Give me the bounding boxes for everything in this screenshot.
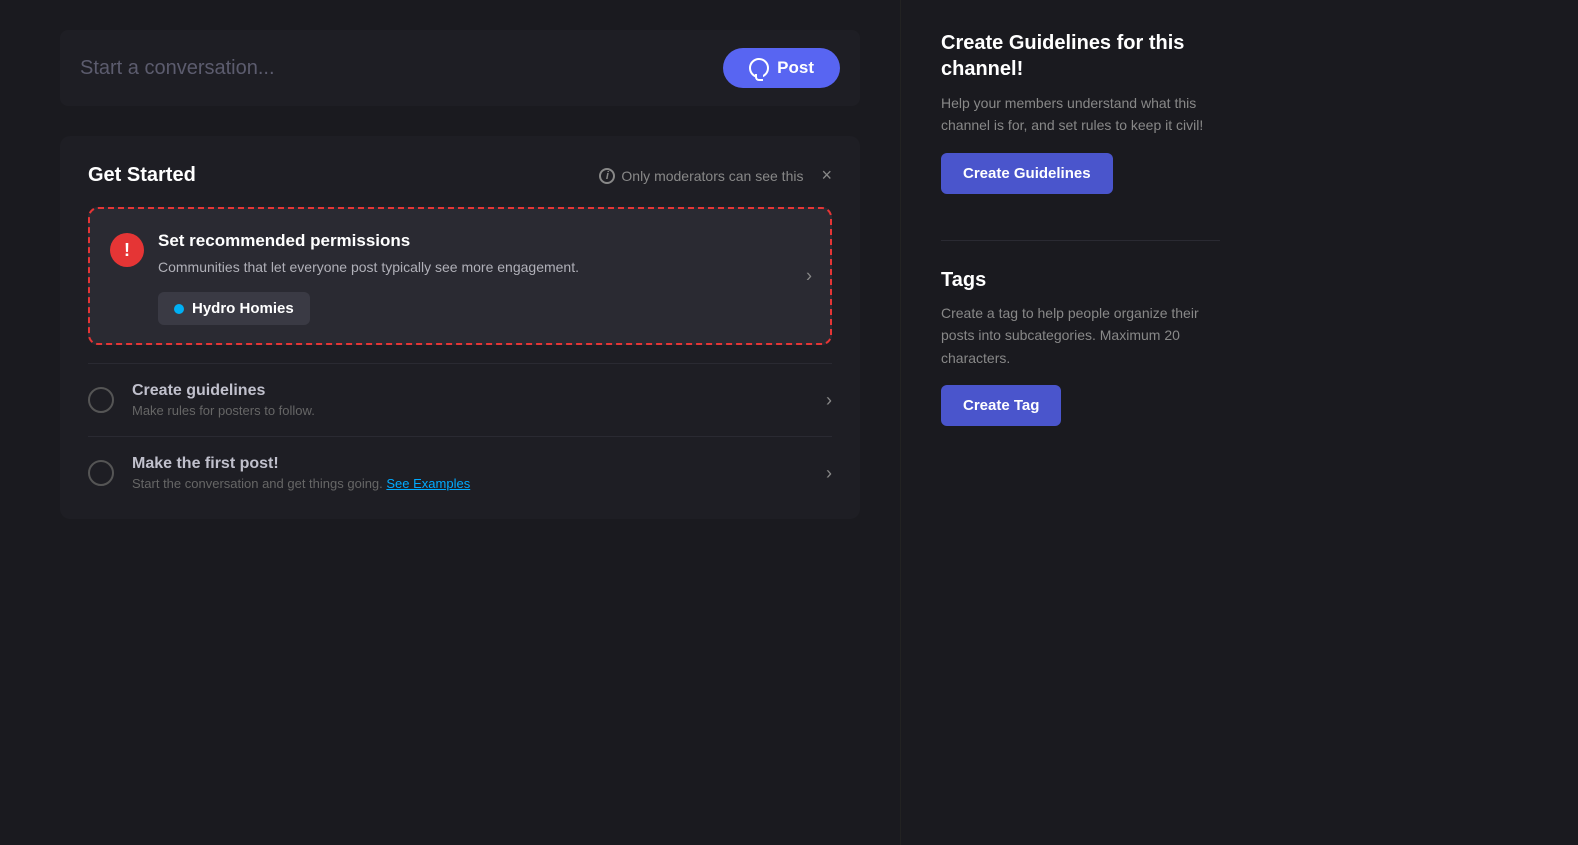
see-examples-link[interactable]: See Examples bbox=[386, 476, 470, 491]
permissions-title: Set recommended permissions bbox=[158, 231, 810, 251]
get-started-section: Get Started i Only moderators can see th… bbox=[60, 136, 860, 519]
post-button[interactable]: Post bbox=[723, 48, 840, 88]
list-item-guidelines[interactable]: Create guidelines Make rules for posters… bbox=[88, 363, 832, 436]
chevron-right-guidelines: › bbox=[826, 390, 832, 411]
close-icon[interactable]: × bbox=[821, 165, 832, 186]
list-item-desc-text: Start the conversation and get things go… bbox=[132, 476, 386, 491]
moderator-note: i Only moderators can see this × bbox=[599, 165, 832, 186]
community-name: Hydro Homies bbox=[192, 300, 294, 317]
list-item-first-post[interactable]: Make the first post! Start the conversat… bbox=[88, 436, 832, 509]
alert-icon: ! bbox=[110, 233, 144, 267]
circle-check-first-post bbox=[88, 460, 114, 486]
community-badge[interactable]: Hydro Homies bbox=[158, 292, 310, 325]
get-started-title: Get Started bbox=[88, 164, 196, 187]
circle-check-guidelines bbox=[88, 387, 114, 413]
tags-section-title: Tags bbox=[941, 269, 1220, 292]
create-guidelines-button[interactable]: Create Guidelines bbox=[941, 153, 1113, 194]
get-started-header: Get Started i Only moderators can see th… bbox=[88, 164, 832, 187]
divider bbox=[941, 240, 1220, 241]
moderator-note-text: Only moderators can see this bbox=[621, 168, 803, 184]
permissions-desc: Communities that let everyone post typic… bbox=[158, 257, 810, 278]
post-bar-placeholder[interactable]: Start a conversation... bbox=[80, 57, 275, 80]
list-item-content-guidelines: Create guidelines Make rules for posters… bbox=[132, 382, 808, 418]
post-bar: Start a conversation... Post bbox=[60, 30, 860, 106]
guidelines-section: Create Guidelines for this channel! Help… bbox=[941, 30, 1220, 194]
permissions-card[interactable]: ! Set recommended permissions Communitie… bbox=[88, 207, 832, 345]
tags-section-desc: Create a tag to help people organize the… bbox=[941, 302, 1220, 369]
create-tag-button[interactable]: Create Tag bbox=[941, 385, 1061, 426]
post-button-label: Post bbox=[777, 58, 814, 78]
guidelines-section-title: Create Guidelines for this channel! bbox=[941, 30, 1220, 82]
chevron-right-first-post: › bbox=[826, 463, 832, 484]
list-item-content-first-post: Make the first post! Start the conversat… bbox=[132, 455, 808, 491]
guidelines-section-desc: Help your members understand what this c… bbox=[941, 92, 1220, 137]
list-item-title-guidelines: Create guidelines bbox=[132, 382, 808, 400]
bubble-icon bbox=[749, 58, 769, 78]
community-dot bbox=[174, 304, 184, 314]
permissions-content: Set recommended permissions Communities … bbox=[158, 231, 810, 325]
info-icon: i bbox=[599, 168, 615, 184]
right-panel: Create Guidelines for this channel! Help… bbox=[900, 0, 1260, 845]
list-item-desc-first-post: Start the conversation and get things go… bbox=[132, 476, 808, 491]
chevron-right-icon: › bbox=[806, 266, 812, 287]
list-item-title-first-post: Make the first post! bbox=[132, 455, 808, 473]
tags-section: Tags Create a tag to help people organiz… bbox=[941, 269, 1220, 426]
list-item-desc-guidelines: Make rules for posters to follow. bbox=[132, 403, 808, 418]
